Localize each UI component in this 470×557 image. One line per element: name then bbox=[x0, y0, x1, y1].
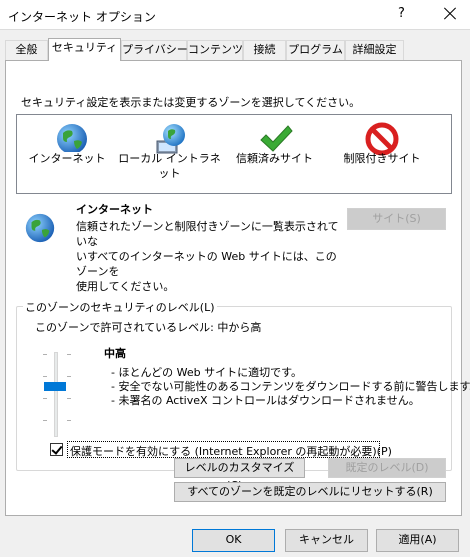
sites-button[interactable]: サイト(S) bbox=[347, 208, 446, 230]
security-level-slider-thumb[interactable] bbox=[44, 382, 66, 391]
zone-trusted-sites-label: 信頼済みサイト bbox=[236, 152, 313, 165]
title-bar: インターネット オプション ? bbox=[0, 0, 470, 30]
security-panel: セキュリティ設定を表示または変更するゾーンを選択してください。 インターネット … bbox=[5, 60, 470, 516]
zone-trusted-sites[interactable]: 信頼済みサイト bbox=[227, 115, 322, 185]
zone-local-intranet[interactable]: ローカル イントラネット bbox=[117, 115, 222, 185]
close-icon[interactable] bbox=[440, 4, 460, 24]
tab-general[interactable]: 全般 bbox=[5, 40, 48, 60]
zone-internet-label: インターネット bbox=[28, 152, 106, 165]
cancel-button[interactable]: キャンセル bbox=[285, 529, 368, 552]
level-name: 中高 bbox=[104, 347, 126, 360]
reset-all-zones-button[interactable]: すべてのゾーンを既定のレベルにリセットする(R) bbox=[174, 482, 446, 502]
zone-list[interactable]: インターネット ローカル イントラネット 信頼済みサイト 制限付きサイト bbox=[16, 114, 452, 194]
apply-button[interactable]: 適用(A) bbox=[376, 529, 459, 552]
level-description: - ほとんどの Web サイトに適切です。 - 安全でない可能性のあるコンテンツ… bbox=[111, 366, 470, 407]
window-title: インターネット オプション bbox=[8, 10, 156, 24]
zone-restricted-sites-label: 制限付きサイト bbox=[343, 152, 421, 165]
tab-connections[interactable]: 接続 bbox=[243, 40, 286, 60]
protected-mode-label[interactable]: 保護モードを有効にする (Internet Explorer の再起動が必要)(… bbox=[70, 443, 392, 459]
tab-advanced[interactable]: 詳細設定 bbox=[345, 40, 404, 60]
security-level-legend: このゾーンのセキュリティのレベル(L) bbox=[23, 299, 217, 315]
zone-prompt: セキュリティ設定を表示または変更するゾーンを選択してください。 bbox=[21, 96, 361, 109]
zone-internet[interactable]: インターネット bbox=[17, 115, 112, 185]
custom-level-button[interactable]: レベルのカスタマイズ(C)... bbox=[174, 458, 305, 492]
allowed-level-text: このゾーンで許可されているレベル: 中から高 bbox=[35, 321, 262, 334]
selected-zone-title: インターネット bbox=[76, 203, 153, 216]
tab-content[interactable]: コンテンツ bbox=[187, 40, 243, 60]
selected-zone-description: 信頼されたゾーンと制限付きゾーンに一覧表示されていな いすべてのインターネットの… bbox=[76, 220, 339, 293]
security-level-slider-track[interactable] bbox=[54, 352, 58, 437]
default-level-button[interactable]: 既定のレベル(D) bbox=[328, 458, 446, 478]
ok-button[interactable]: OK bbox=[192, 529, 275, 552]
tab-privacy[interactable]: プライバシー bbox=[121, 40, 188, 60]
zone-restricted-sites[interactable]: 制限付きサイト bbox=[327, 115, 437, 185]
protected-mode-checkbox[interactable] bbox=[50, 443, 63, 456]
tab-programs[interactable]: プログラム bbox=[286, 40, 345, 60]
help-button[interactable]: ? bbox=[398, 6, 405, 21]
globe-icon bbox=[25, 213, 55, 243]
zone-local-intranet-label: ローカル イントラネット bbox=[118, 152, 221, 180]
tab-security[interactable]: セキュリティ bbox=[48, 38, 121, 61]
